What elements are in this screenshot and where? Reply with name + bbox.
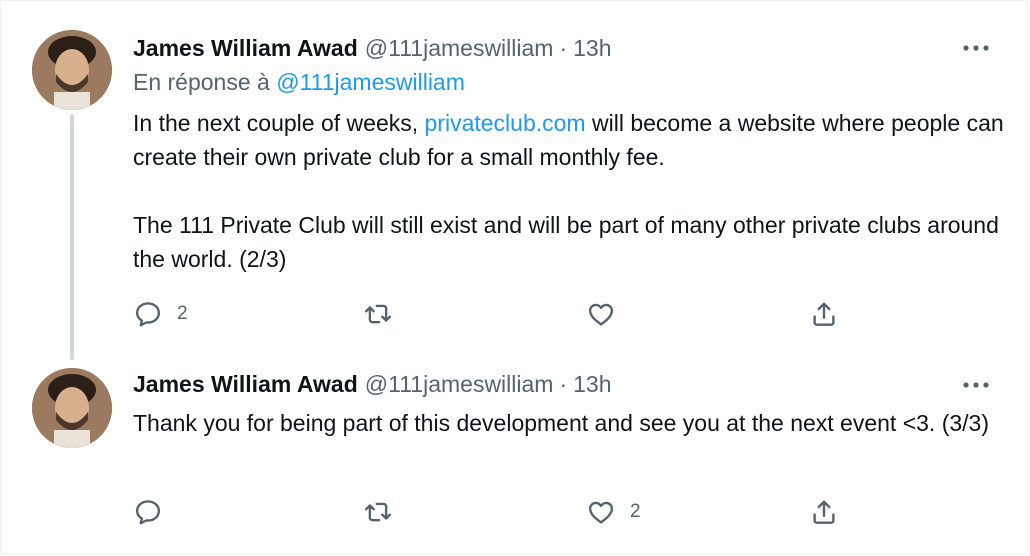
tweet[interactable]: James William Awad @111jameswilliam · 13…	[0, 346, 1028, 550]
tweet-text: In the next couple of weeks, privateclub…	[133, 106, 1008, 276]
more-options-button[interactable]	[958, 33, 994, 63]
speech-bubble-icon	[135, 302, 161, 327]
avatar[interactable]	[32, 368, 112, 448]
action-bar: 2	[133, 296, 853, 332]
like-button[interactable]	[586, 296, 630, 332]
reply-context: En réponse à @111jameswilliam	[133, 69, 465, 96]
like-count: 2	[630, 501, 641, 522]
avatar[interactable]	[32, 30, 112, 110]
more-horizontal-icon	[963, 382, 989, 388]
retweet-arrows-icon	[364, 304, 392, 324]
retweet-arrows-icon	[364, 502, 392, 522]
retweet-button[interactable]	[363, 494, 407, 530]
author-handle[interactable]: @111jameswilliam	[365, 35, 554, 62]
thread-connector-line	[70, 114, 74, 360]
author-name[interactable]: James William Awad	[133, 35, 358, 62]
tweet[interactable]: James William Awad @111jameswilliam · 13…	[0, 0, 1028, 360]
tweet-paragraph: In the next couple of weeks, privateclub…	[133, 106, 1008, 174]
reply-button[interactable]: 2	[133, 296, 188, 332]
tweet-header: James William Awad @111jameswilliam · 13…	[133, 368, 612, 400]
action-bar: 2	[133, 494, 853, 530]
reply-button[interactable]	[133, 494, 177, 530]
more-horizontal-icon	[963, 45, 989, 51]
separator-dot: ·	[559, 34, 568, 61]
tweet-header: James William Awad @111jameswilliam · 13…	[133, 32, 612, 64]
tweet-time[interactable]: 13h	[573, 371, 611, 398]
tweet-paragraph: The 111 Private Club will still exist an…	[133, 212, 999, 272]
reply-prefix: En réponse à	[133, 69, 270, 95]
share-upload-icon	[813, 302, 835, 326]
share-upload-icon	[813, 500, 835, 524]
like-button[interactable]: 2	[586, 494, 641, 530]
separator-dot: ·	[559, 370, 568, 397]
author-name[interactable]: James William Awad	[133, 371, 358, 398]
reply-count: 2	[177, 303, 188, 324]
tweet-text: Thank you for being part of this develop…	[133, 410, 990, 436]
text-segment: In the next couple of weeks,	[133, 110, 425, 136]
heart-icon	[588, 303, 614, 326]
retweet-button[interactable]	[363, 296, 407, 332]
speech-bubble-icon	[135, 500, 161, 525]
author-handle[interactable]: @111jameswilliam	[365, 371, 554, 398]
share-button[interactable]	[809, 296, 839, 332]
heart-icon	[588, 501, 614, 524]
tweet-time[interactable]: 13h	[573, 35, 611, 62]
url-link[interactable]: privateclub.com	[425, 110, 586, 136]
more-options-button[interactable]	[958, 370, 994, 400]
reply-mention-link[interactable]: @111jameswilliam	[276, 69, 465, 95]
share-button[interactable]	[809, 494, 839, 530]
